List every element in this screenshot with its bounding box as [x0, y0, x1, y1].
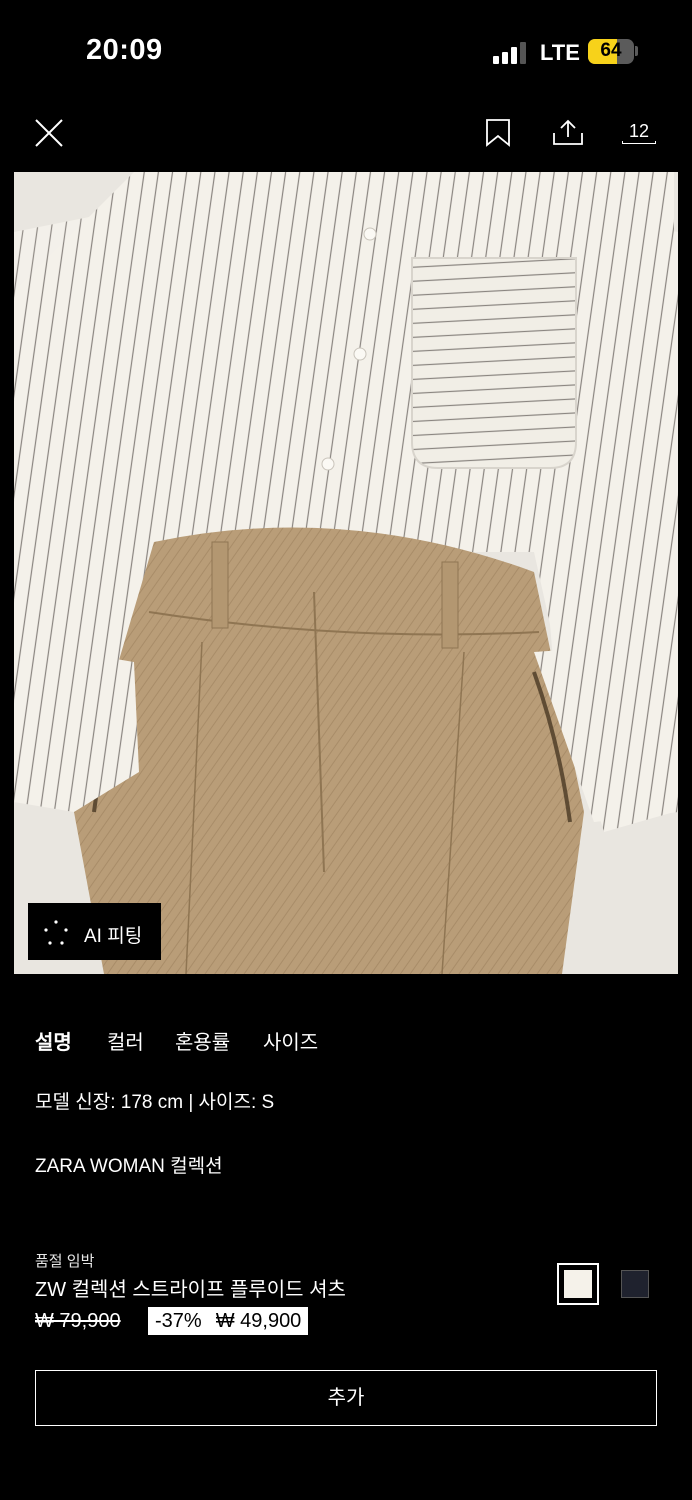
color-swatch-white	[564, 1270, 592, 1298]
signal-icon	[493, 42, 527, 64]
battery-icon: 64	[588, 39, 634, 64]
sale-price: ₩ 49,900	[215, 1310, 302, 1332]
tab-color[interactable]: 컬러	[107, 1026, 144, 1055]
image-count-button[interactable]: 12	[622, 118, 656, 144]
share-icon[interactable]	[552, 118, 584, 146]
collection-name: ZARA WOMAN 컬렉션	[35, 1156, 223, 1177]
battery-level: 64	[600, 40, 622, 61]
clock: 20:09	[86, 34, 163, 66]
close-icon[interactable]	[34, 118, 64, 148]
stock-notice: 품절 임박	[35, 1253, 95, 1270]
network-type: LTE	[540, 40, 580, 65]
ai-fitting-label: AI 피팅	[84, 926, 143, 947]
top-nav: 12	[0, 100, 692, 170]
tab-composition[interactable]: 혼용률	[175, 1026, 230, 1055]
ai-fitting-button[interactable]: AI 피팅	[28, 903, 161, 960]
discount-percent: -37%	[155, 1310, 202, 1332]
image-count: 12	[628, 121, 650, 141]
tab-size[interactable]: 사이즈	[263, 1026, 318, 1055]
tab-description[interactable]: 설명	[35, 1026, 72, 1055]
color-swatch-navy[interactable]	[621, 1270, 649, 1298]
product-photo	[14, 172, 678, 974]
model-info: 모델 신장: 178 cm | 사이즈: S	[35, 1092, 275, 1113]
product-name: ZW 컬렉션 스트라이프 플루이드 셔츠	[35, 1279, 346, 1301]
add-to-cart-button[interactable]: 추가	[35, 1370, 657, 1426]
original-price: ₩ 79,900	[35, 1310, 121, 1332]
sale-price-badge: -37% ₩ 49,900	[148, 1307, 309, 1335]
status-bar: 20:09 LTE 64	[0, 0, 692, 100]
color-swatch-white-selected[interactable]	[557, 1263, 599, 1305]
product-image[interactable]	[14, 172, 678, 974]
sparkle-icon	[44, 920, 68, 945]
bookmark-icon[interactable]	[485, 119, 511, 147]
battery-cap	[635, 46, 638, 56]
